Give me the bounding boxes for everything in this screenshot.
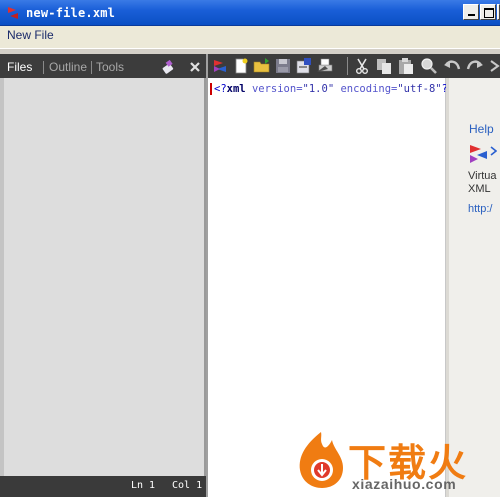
help-text-line: Virtua: [468, 170, 497, 182]
help-title: Help: [469, 122, 494, 136]
main-toolbar: [206, 54, 500, 78]
xml-decl-open: <?: [214, 83, 227, 95]
help-link[interactable]: http:/: [468, 203, 492, 215]
save-icon[interactable]: [274, 57, 292, 75]
status-column: Col 1: [172, 480, 203, 491]
new-file-icon[interactable]: [232, 57, 250, 75]
app-logo-icon: [8, 7, 18, 19]
flame-logo-icon: [299, 432, 343, 488]
value-version: "1.0": [302, 83, 335, 95]
help-description: Virtua XML: [468, 170, 497, 196]
more-icon[interactable]: [488, 57, 500, 75]
status-line: Ln 1: [131, 480, 156, 491]
menu-new-file[interactable]: New File: [7, 28, 54, 42]
title-bar[interactable]: new-file.xml: [0, 0, 500, 26]
app-logo-icon[interactable]: [211, 57, 229, 75]
status-bar: Ln 1 Col 1: [0, 476, 206, 497]
text-cursor: [210, 83, 212, 95]
maximize-button[interactable]: [480, 4, 496, 20]
tab-files[interactable]: Files: [7, 60, 32, 74]
tab-outline[interactable]: Outline: [49, 60, 87, 74]
undo-icon[interactable]: [443, 57, 461, 75]
print-icon[interactable]: [316, 57, 334, 75]
file-tree-panel[interactable]: [0, 78, 206, 476]
menu-bar: New File: [0, 26, 500, 48]
attr-version: version=: [245, 83, 303, 95]
cut-icon[interactable]: [353, 57, 371, 75]
help-text-line: XML: [468, 183, 491, 195]
toolbar-divider: [347, 57, 348, 75]
tab-tools[interactable]: Tools: [96, 60, 124, 74]
attr-encoding: encoding=: [334, 83, 398, 95]
tab-divider: [91, 61, 92, 74]
code-line-1: <?xml version="1.0" encoding="utf-8"?>: [214, 83, 454, 95]
copy-icon[interactable]: [375, 57, 393, 75]
tab-divider: [43, 61, 44, 74]
product-logo-icon: [470, 145, 497, 163]
side-panel-header: Files Outline Tools: [0, 54, 206, 78]
redo-icon[interactable]: [466, 57, 484, 75]
open-folder-icon[interactable]: [253, 57, 271, 75]
find-icon[interactable]: [420, 57, 438, 75]
minimize-button[interactable]: [463, 4, 479, 20]
close-panel-icon[interactable]: [187, 59, 203, 75]
paste-icon[interactable]: [397, 57, 415, 75]
clear-icon[interactable]: [160, 59, 176, 75]
save-as-icon[interactable]: [295, 57, 313, 75]
value-encoding: "utf-8": [397, 83, 442, 95]
watermark: 下载火 xiazaihuo.com: [288, 426, 500, 497]
watermark-url: xiazaihuo.com: [352, 476, 457, 492]
xml-keyword: xml: [226, 83, 246, 95]
window-title: new-file.xml: [26, 6, 116, 20]
